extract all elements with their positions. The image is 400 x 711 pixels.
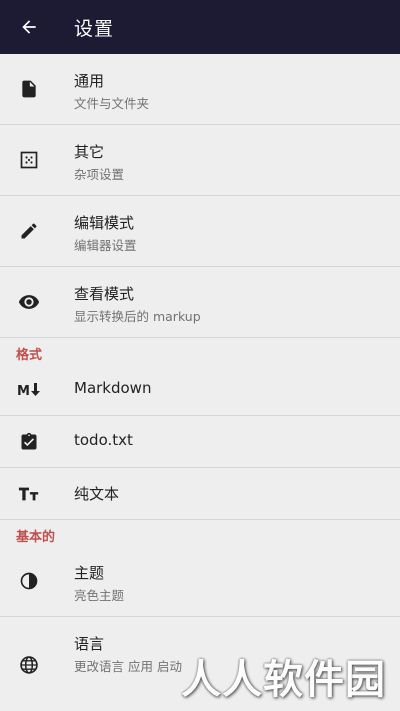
markdown-icon: M xyxy=(17,378,41,402)
section-header-basic: 基本的 xyxy=(0,520,400,546)
pencil-icon xyxy=(17,219,41,243)
app-bar: 设置 xyxy=(0,0,400,54)
settings-list: 通用 文件与文件夹 其它 杂项设置 编辑模式 编辑器设置 查看模式 显示转换后的… xyxy=(0,54,400,688)
settings-item-misc[interactable]: 其它 杂项设置 xyxy=(0,125,400,196)
settings-item-title: todo.txt xyxy=(74,431,133,449)
settings-item-subtitle: 亮色主题 xyxy=(74,588,125,603)
watermark: 人人软件园 xyxy=(181,657,386,703)
settings-item-title: 通用 xyxy=(74,72,105,90)
settings-item-subtitle: 文件与文件夹 xyxy=(74,96,150,111)
settings-item-subtitle: 更改语言 应用 启动 xyxy=(74,659,182,674)
globe-icon xyxy=(17,653,41,677)
settings-item-todotxt[interactable]: todo.txt xyxy=(0,416,400,468)
settings-item-theme[interactable]: 主题 亮色主题 xyxy=(0,546,400,617)
settings-item-title: 其它 xyxy=(74,143,105,161)
clipboard-check-icon xyxy=(17,430,41,454)
back-button[interactable] xyxy=(2,0,56,54)
settings-item-view-mode[interactable]: 查看模式 显示转换后的 markup xyxy=(0,267,400,338)
file-icon xyxy=(17,77,41,101)
section-header-format: 格式 xyxy=(0,338,400,364)
settings-item-plaintext[interactable]: 纯文本 xyxy=(0,468,400,520)
settings-item-title: 语言 xyxy=(74,635,105,653)
settings-item-subtitle: 编辑器设置 xyxy=(74,238,137,253)
settings-item-subtitle: 显示转换后的 markup xyxy=(74,309,201,324)
settings-item-title: Markdown xyxy=(74,379,152,397)
settings-item-markdown[interactable]: M Markdown xyxy=(0,364,400,416)
settings-item-title: 主题 xyxy=(74,564,105,582)
settings-item-title: 编辑模式 xyxy=(74,214,135,232)
arrow-left-icon xyxy=(19,17,39,37)
eye-icon xyxy=(17,290,41,314)
dots-square-icon xyxy=(17,148,41,172)
settings-item-title: 查看模式 xyxy=(74,285,135,303)
settings-item-general[interactable]: 通用 文件与文件夹 xyxy=(0,54,400,125)
contrast-icon xyxy=(17,569,41,593)
svg-text:M: M xyxy=(17,384,30,399)
page-title: 设置 xyxy=(74,17,115,40)
settings-item-title: 纯文本 xyxy=(74,485,120,503)
settings-item-edit-mode[interactable]: 编辑模式 编辑器设置 xyxy=(0,196,400,267)
text-size-icon xyxy=(17,482,41,506)
settings-item-subtitle: 杂项设置 xyxy=(74,167,125,182)
